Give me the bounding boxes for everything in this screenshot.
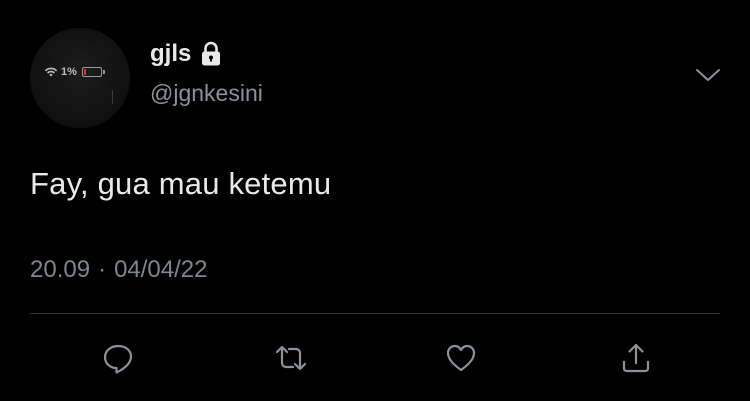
- tweet-timestamp[interactable]: 20.09 · 04/04/22: [30, 256, 207, 284]
- action-bar: [0, 338, 750, 378]
- tweet-text: Fay, gua mau ketemu: [30, 166, 332, 201]
- timestamp-separator: ·: [98, 256, 107, 283]
- reply-button[interactable]: [98, 338, 138, 378]
- retweet-button[interactable]: [271, 338, 311, 378]
- share-icon: [622, 343, 650, 373]
- lock-icon: [202, 41, 221, 66]
- tweet-card: 1% gjls @jgnkesini Fay, gua mau ketemu 2…: [0, 0, 750, 401]
- heart-icon: [446, 344, 476, 372]
- tweet-date: 04/04/22: [114, 256, 208, 283]
- share-button[interactable]: [616, 338, 656, 378]
- like-button[interactable]: [441, 338, 481, 378]
- battery-percent: 1%: [61, 66, 77, 78]
- avatar-status-bar: 1%: [44, 66, 105, 78]
- user-handle[interactable]: @jgnkesini: [150, 80, 263, 107]
- name-row: gjls: [150, 40, 223, 68]
- avatar[interactable]: 1%: [30, 28, 130, 128]
- wifi-icon: [44, 67, 58, 77]
- chevron-down-icon[interactable]: [695, 66, 721, 84]
- battery-icon: [81, 67, 105, 77]
- tweet-time: 20.09: [30, 256, 91, 283]
- reply-icon: [103, 344, 133, 374]
- actions-divider: [30, 313, 720, 314]
- display-name[interactable]: gjls: [150, 40, 191, 68]
- retweet-icon: [275, 345, 307, 371]
- avatar-divider: [112, 90, 113, 104]
